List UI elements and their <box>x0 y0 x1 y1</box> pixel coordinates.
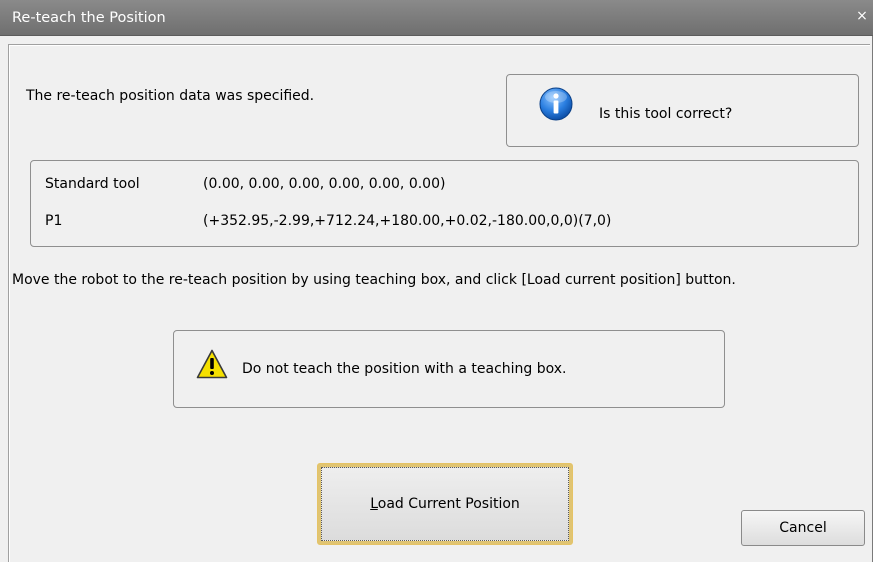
warning-panel: Do not teach the position with a teachin… <box>173 330 725 408</box>
info-icon <box>539 87 573 121</box>
position-label: P1 <box>45 213 63 229</box>
load-button-label: Load Current Position <box>370 496 520 512</box>
specified-message: The re-teach position data was specified… <box>26 88 315 104</box>
cancel-button[interactable]: Cancel <box>741 510 865 546</box>
position-info-panel: Standard tool (0.00, 0.00, 0.00, 0.00, 0… <box>30 160 859 247</box>
position-value: (+352.95,-2.99,+712.24,+180.00,+0.02,-18… <box>203 213 612 229</box>
load-current-position-button[interactable]: Load Current Position <box>317 463 573 545</box>
tool-check-text: Is this tool correct? <box>599 106 733 122</box>
load-current-position-face: Load Current Position <box>321 467 569 541</box>
close-icon[interactable]: × <box>855 9 869 23</box>
warning-icon <box>196 349 228 379</box>
tool-label: Standard tool <box>45 176 140 192</box>
title-bar[interactable]: Re-teach the Position × <box>0 0 873 36</box>
load-mnemonic: L <box>370 496 378 512</box>
warning-text: Do not teach the position with a teachin… <box>242 361 567 377</box>
tool-check-panel: Is this tool correct? <box>506 74 859 147</box>
tool-value: (0.00, 0.00, 0.00, 0.00, 0.00, 0.00) <box>203 176 446 192</box>
window-title: Re-teach the Position <box>12 10 166 26</box>
reteach-dialog: Re-teach the Position × The re-teach pos… <box>0 0 873 562</box>
instruction-message: Move the robot to the re-teach position … <box>12 272 736 288</box>
load-label-rest: oad Current Position <box>377 496 520 512</box>
